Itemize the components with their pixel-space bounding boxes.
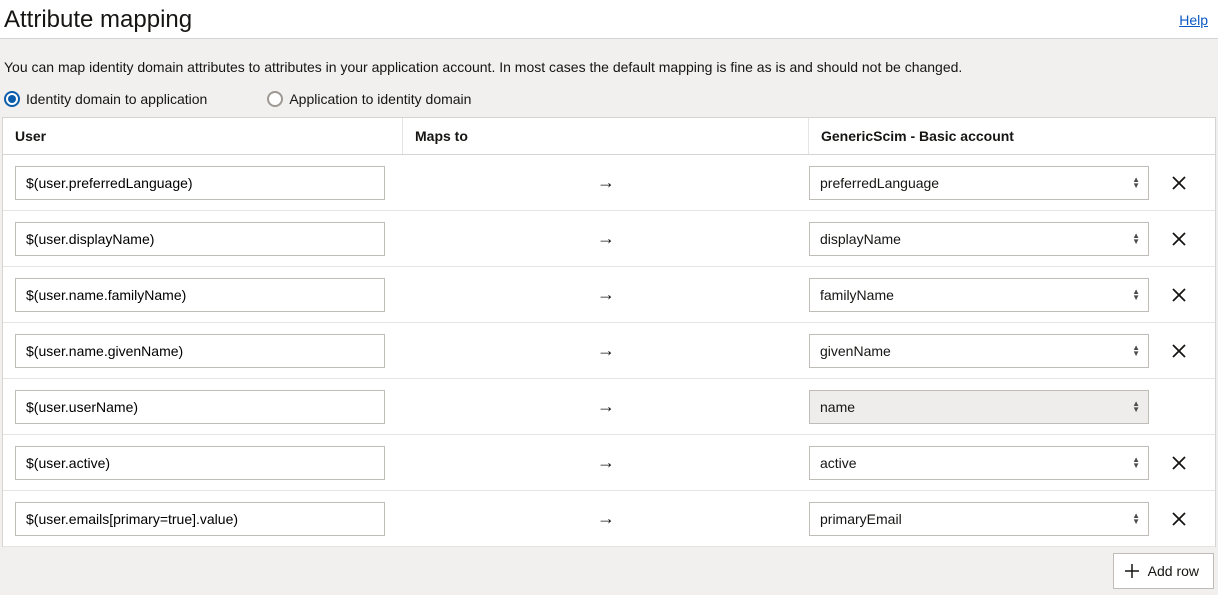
updown-stepper-icon: ▲▼ [1132, 233, 1140, 245]
table-row: → preferredLanguage ▲▼ [3, 155, 1215, 211]
select-value: displayName [820, 231, 901, 247]
close-icon [1171, 511, 1187, 527]
radio-unchecked-icon [267, 91, 283, 107]
select-value: preferredLanguage [820, 175, 939, 191]
table-row: → primaryEmail ▲▼ [3, 491, 1215, 547]
column-header-user: User [3, 118, 403, 154]
delete-row-button[interactable] [1167, 283, 1191, 307]
target-attribute-select[interactable]: active ▲▼ [809, 446, 1149, 480]
close-icon [1171, 343, 1187, 359]
page-header: Attribute mapping Help [0, 0, 1218, 39]
column-header-mapsto: Maps to [403, 118, 809, 154]
target-attribute-select[interactable]: primaryEmail ▲▼ [809, 502, 1149, 536]
help-link[interactable]: Help [1179, 6, 1208, 28]
target-attribute-select[interactable]: displayName ▲▼ [809, 222, 1149, 256]
column-header-target: GenericScim - Basic account [809, 118, 1215, 154]
target-attribute-select: name ▲▼ [809, 390, 1149, 424]
close-icon [1171, 175, 1187, 191]
target-attribute-select[interactable]: preferredLanguage ▲▼ [809, 166, 1149, 200]
delete-row-button[interactable] [1167, 507, 1191, 531]
select-value: familyName [820, 287, 894, 303]
select-value: primaryEmail [820, 511, 902, 527]
add-row-button[interactable]: Add row [1113, 553, 1214, 589]
user-attribute-input[interactable] [15, 222, 385, 256]
delete-row-button[interactable] [1167, 171, 1191, 195]
close-icon [1171, 455, 1187, 471]
user-attribute-input[interactable] [15, 278, 385, 312]
table-footer: Add row [2, 547, 1216, 595]
updown-stepper-icon: ▲▼ [1132, 177, 1140, 189]
user-attribute-input[interactable] [15, 502, 385, 536]
user-attribute-input[interactable] [15, 166, 385, 200]
direction-radio-group: Identity domain to application Applicati… [4, 91, 1216, 107]
radio-checked-icon [4, 91, 20, 107]
radio-application-to-identity[interactable]: Application to identity domain [267, 91, 471, 107]
maps-to-arrow-icon: → [403, 340, 809, 361]
radio-identity-to-application[interactable]: Identity domain to application [4, 91, 207, 107]
updown-stepper-icon: ▲▼ [1132, 457, 1140, 469]
select-value: name [820, 399, 855, 415]
delete-row-button[interactable] [1167, 227, 1191, 251]
maps-to-arrow-icon: → [403, 508, 809, 529]
attribute-mapping-table: User Maps to GenericScim - Basic account… [2, 117, 1216, 547]
delete-row-button[interactable] [1167, 451, 1191, 475]
maps-to-arrow-icon: → [403, 172, 809, 193]
radio-label: Application to identity domain [289, 91, 471, 107]
updown-stepper-icon: ▲▼ [1132, 513, 1140, 525]
plus-icon [1124, 563, 1140, 579]
maps-to-arrow-icon: → [403, 284, 809, 305]
select-value: active [820, 455, 857, 471]
page-title: Attribute mapping [2, 6, 192, 34]
target-attribute-select[interactable]: givenName ▲▼ [809, 334, 1149, 368]
table-row: → active ▲▼ [3, 435, 1215, 491]
table-header-row: User Maps to GenericScim - Basic account [3, 118, 1215, 155]
updown-stepper-icon: ▲▼ [1132, 401, 1140, 413]
description-text: You can map identity domain attributes t… [4, 59, 1216, 75]
updown-stepper-icon: ▲▼ [1132, 289, 1140, 301]
close-icon [1171, 287, 1187, 303]
table-body: →preferredLanguage▲▼→displayName▲▼→famil… [3, 155, 1215, 547]
close-icon [1171, 231, 1187, 247]
delete-row-button[interactable] [1167, 339, 1191, 363]
maps-to-arrow-icon: → [403, 452, 809, 473]
add-row-label: Add row [1148, 563, 1199, 579]
radio-label: Identity domain to application [26, 91, 207, 107]
maps-to-arrow-icon: → [403, 396, 809, 417]
maps-to-arrow-icon: → [403, 228, 809, 249]
updown-stepper-icon: ▲▼ [1132, 345, 1140, 357]
user-attribute-input[interactable] [15, 390, 385, 424]
table-row: → displayName ▲▼ [3, 211, 1215, 267]
select-value: givenName [820, 343, 891, 359]
table-row: → familyName ▲▼ [3, 267, 1215, 323]
user-attribute-input[interactable] [15, 334, 385, 368]
table-row: → name ▲▼ [3, 379, 1215, 435]
user-attribute-input[interactable] [15, 446, 385, 480]
target-attribute-select[interactable]: familyName ▲▼ [809, 278, 1149, 312]
table-row: → givenName ▲▼ [3, 323, 1215, 379]
